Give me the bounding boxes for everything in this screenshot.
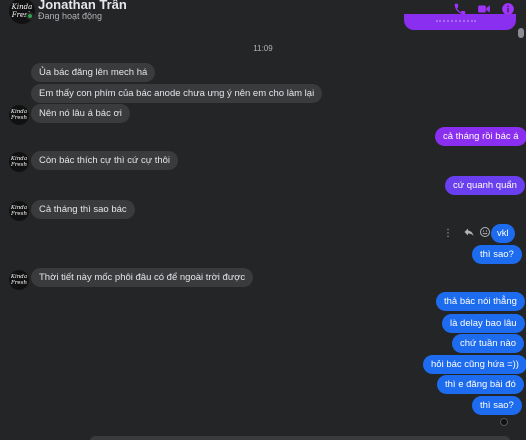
message-outgoing[interactable]: là delay bao lâu: [442, 314, 525, 333]
message-outgoing[interactable]: thả bác nói thẳng: [436, 292, 525, 311]
contact-avatar-small[interactable]: Kinda Fresh: [9, 105, 29, 125]
message-outgoing[interactable]: hỏi bác cũng hứa =)): [423, 355, 526, 374]
emoji-icon[interactable]: [479, 226, 491, 241]
online-status-dot: [26, 12, 34, 20]
contact-avatar-small[interactable]: Kinda Fresh: [9, 201, 29, 221]
message-incoming[interactable]: Còn bác thích cự thì cứ cự thôi: [31, 151, 179, 170]
message-input[interactable]: [90, 436, 510, 440]
message-actions: ⋮: [443, 226, 491, 241]
message-incoming[interactable]: Thời tiết này mốc phôi đâu có để ngoài t…: [31, 268, 254, 287]
contact-avatar-small[interactable]: Kinda Fresh: [9, 152, 29, 172]
message-outgoing[interactable]: cả tháng rồi bác á: [435, 127, 526, 146]
message-incoming[interactable]: Nên nó lâu á bác ơi: [31, 104, 130, 123]
message-outgoing[interactable]: thì e đăng bài đó: [437, 375, 524, 394]
scrollbar-thumb[interactable]: [518, 28, 524, 38]
seen-indicator-avatar: [500, 418, 508, 426]
message-outgoing[interactable]: chứ tuần nào: [452, 334, 525, 353]
partial-bubble-text: [436, 20, 476, 23]
message-outgoing[interactable]: cứ quanh quẩn: [445, 176, 525, 195]
message-incoming[interactable]: Cả tháng thì sao bác: [31, 200, 135, 219]
message-outgoing[interactable]: vkl: [491, 224, 515, 243]
contact-avatar-small[interactable]: Kinda Fresh: [9, 270, 29, 290]
message-incoming[interactable]: Em thấy con phím của bác anode chưa ưng …: [31, 84, 323, 103]
message-incoming[interactable]: Ủa bác đăng lên mech há: [31, 63, 156, 82]
reply-icon[interactable]: [463, 226, 475, 241]
more-icon[interactable]: ⋮: [443, 228, 453, 239]
contact-status: Đang hoạt động: [38, 11, 103, 21]
timestamp: 11:09: [253, 44, 273, 53]
message-outgoing[interactable]: thì sao?: [472, 396, 522, 415]
message-outgoing[interactable]: thì sao?: [472, 245, 522, 264]
